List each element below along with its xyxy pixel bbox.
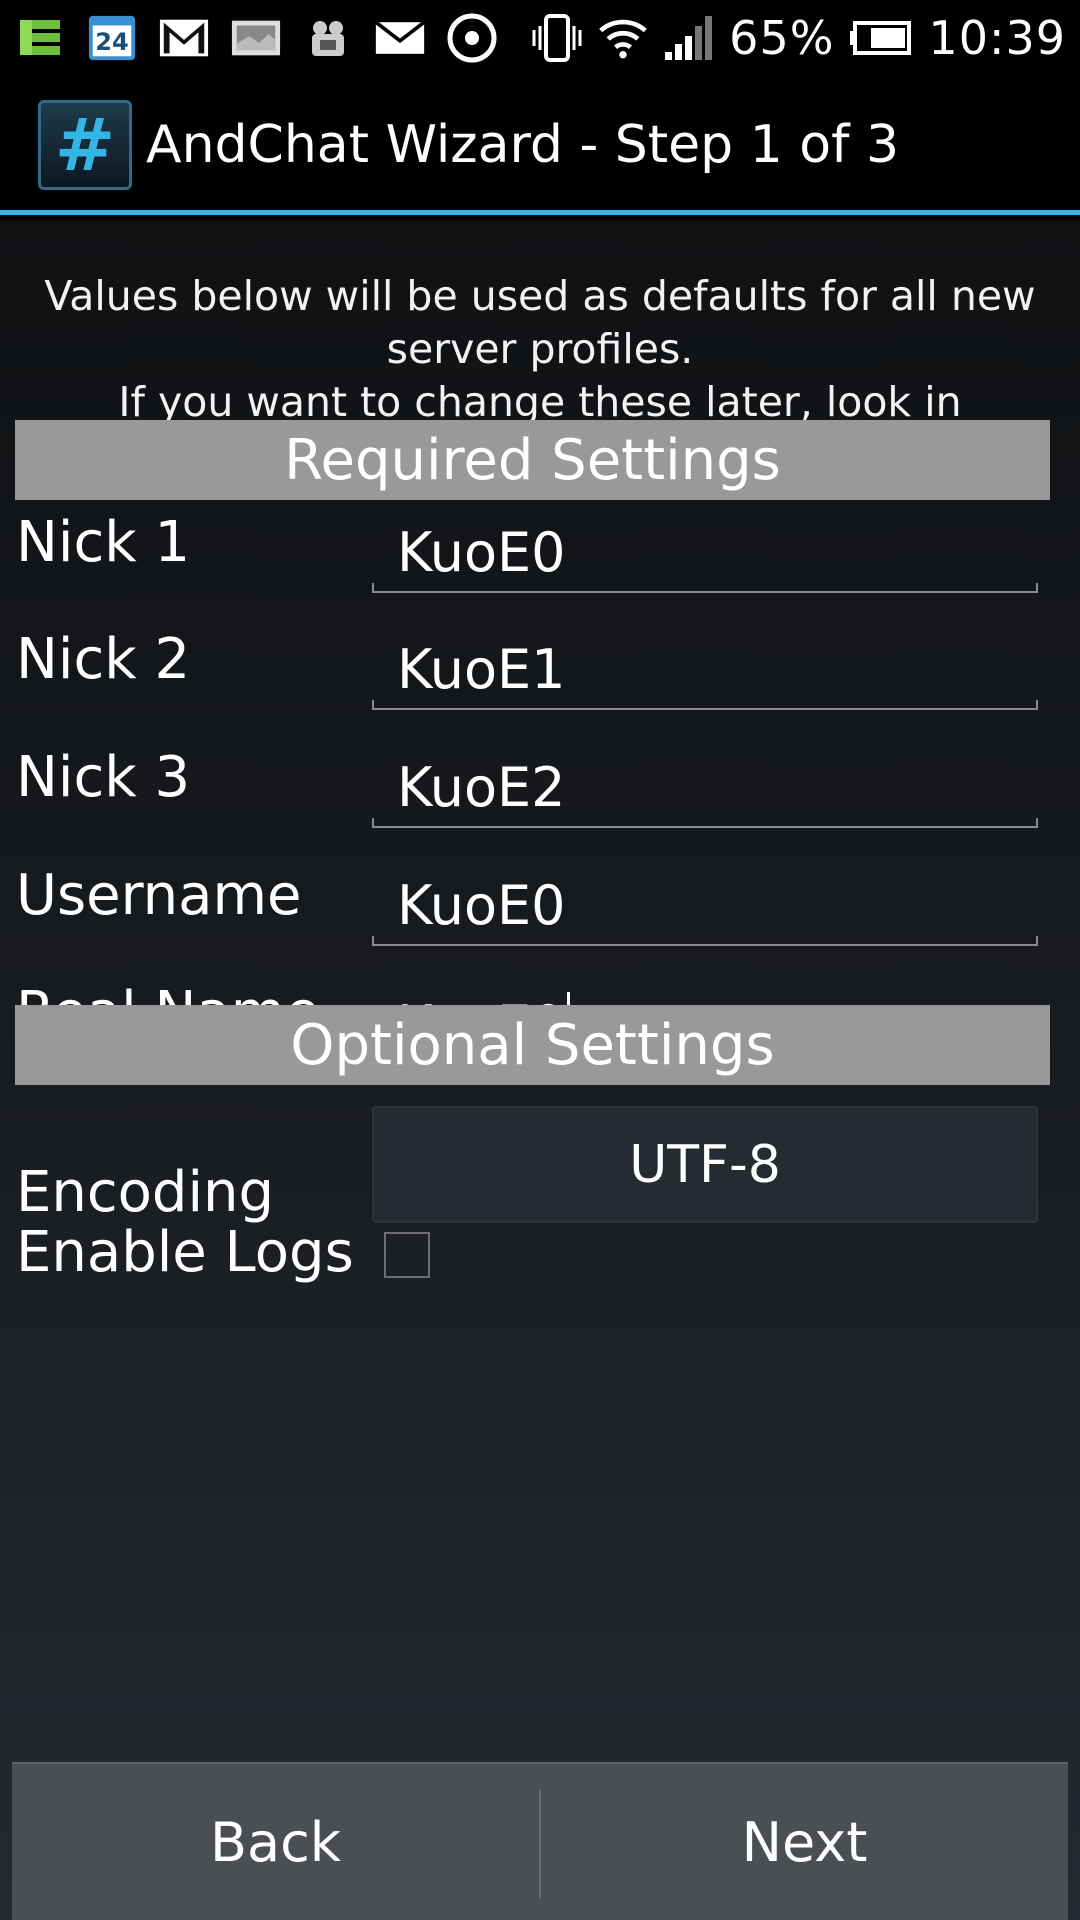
calendar-day: 24: [95, 27, 129, 56]
enable-logs-checkbox[interactable]: [384, 1232, 430, 1278]
battery-percent: 65%: [729, 10, 835, 65]
mail-icon: [374, 12, 426, 64]
clock: 10:39: [928, 10, 1066, 65]
wifi-icon: [597, 12, 649, 64]
notes-icon: [14, 12, 66, 64]
nick3-value: KuoE2: [397, 756, 566, 819]
username-underline: [372, 936, 1038, 946]
page-title: AndChat Wizard - Step 1 of 3: [146, 115, 900, 175]
app-hash-icon[interactable]: #: [38, 100, 132, 190]
required-settings-header: Required Settings: [15, 420, 1050, 500]
nick2-underline: [372, 700, 1038, 710]
image-icon: [230, 12, 282, 64]
calendar-icon: 24: [86, 12, 138, 64]
vibrate-icon: [531, 12, 583, 64]
nick2-label: Nick 2: [16, 627, 191, 692]
optional-settings-header: Optional Settings: [15, 1005, 1050, 1085]
status-bar: 24 65% 10:39: [0, 0, 1080, 75]
username-value: KuoE0: [397, 874, 566, 937]
encoding-label: Encoding: [16, 1160, 275, 1225]
wizard-content: Values below will be used as defaults fo…: [0, 220, 1080, 1920]
nick3-underline: [372, 818, 1038, 828]
nick1-label: Nick 1: [16, 510, 191, 575]
signal-icon: [663, 12, 715, 64]
nick1-underline: [372, 583, 1038, 593]
button-bar: Back Next: [12, 1762, 1068, 1920]
username-label: Username: [16, 863, 302, 928]
nick3-label: Nick 3: [16, 745, 191, 810]
nick1-value: KuoE0: [397, 521, 566, 584]
encoding-spinner[interactable]: UTF-8: [372, 1106, 1038, 1223]
nick2-field[interactable]: KuoE1: [372, 630, 1038, 710]
gmail-icon: [158, 12, 210, 64]
bag-icon: [302, 12, 354, 64]
nick3-field[interactable]: KuoE2: [372, 748, 1038, 828]
action-bar: # AndChat Wizard - Step 1 of 3: [0, 75, 1080, 215]
nick2-value: KuoE1: [397, 638, 566, 701]
nick1-field[interactable]: KuoE0: [372, 513, 1038, 593]
username-field[interactable]: KuoE0: [372, 866, 1038, 946]
sync-icon: [446, 12, 498, 64]
next-button[interactable]: Next: [541, 1764, 1068, 1920]
battery-icon: [848, 12, 914, 64]
enable-logs-label: Enable Logs: [16, 1220, 354, 1285]
back-button[interactable]: Back: [12, 1764, 539, 1920]
